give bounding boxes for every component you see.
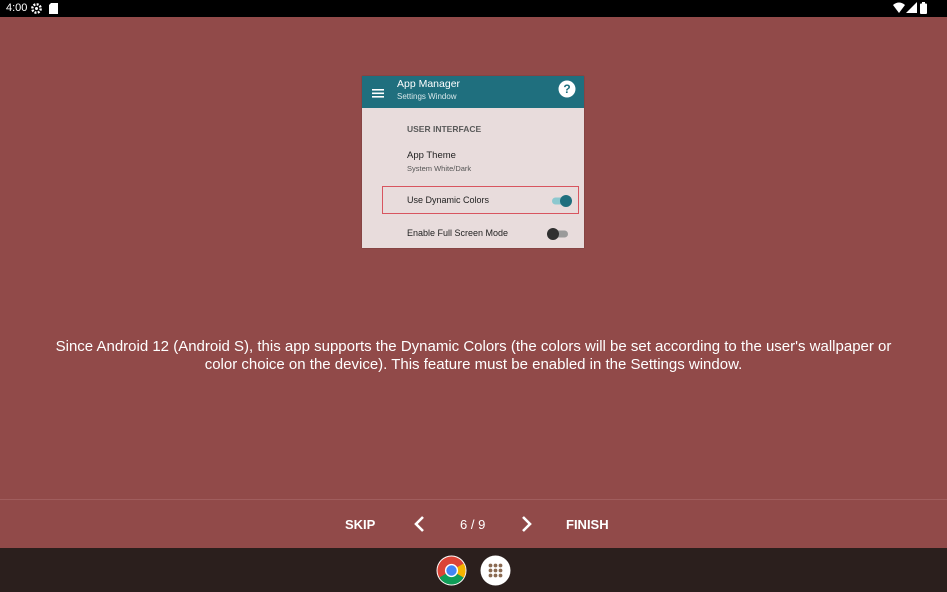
preview-toolbar: App Manager Settings Window ? xyxy=(362,76,584,108)
intro-navigation: SKIP 6 / 9 FINISH xyxy=(0,500,947,548)
taskbar xyxy=(0,548,947,592)
preview-dynamic-colors-label: Use Dynamic Colors xyxy=(407,195,490,205)
preview-section-header: USER INTERFACE xyxy=(407,124,482,134)
status-bar: 4:00 xyxy=(0,0,947,17)
battery-icon xyxy=(920,2,927,17)
chevron-left-icon[interactable] xyxy=(413,515,427,538)
preview-theme-title: App Theme xyxy=(407,150,456,161)
help-icon: ? xyxy=(558,80,576,103)
preview-theme-subtitle: System White/Dark xyxy=(407,164,472,173)
sim-card-icon xyxy=(49,3,58,17)
intro-description: Since Android 12 (Android S), this app s… xyxy=(55,338,892,373)
settings-icon xyxy=(30,2,43,18)
dynamic-colors-toggle-icon xyxy=(550,194,574,213)
finish-button[interactable]: FINISH xyxy=(566,517,609,532)
wifi-icon xyxy=(893,2,905,16)
skip-button[interactable]: SKIP xyxy=(345,517,375,532)
preview-app-subtitle: Settings Window xyxy=(397,92,457,101)
page-indicator: 6 / 9 xyxy=(460,517,486,532)
chevron-right-icon[interactable] xyxy=(519,515,533,538)
status-time: 4:00 xyxy=(6,2,28,14)
full-screen-toggle-icon xyxy=(546,227,570,246)
chrome-icon[interactable] xyxy=(436,555,467,591)
settings-preview-image: App Manager Settings Window ? USER INTER… xyxy=(362,76,584,248)
preview-app-title: App Manager xyxy=(397,78,461,90)
help-glyph: ? xyxy=(563,82,570,96)
preview-full-screen-label: Enable Full Screen Mode xyxy=(407,228,509,238)
app-drawer-icon[interactable] xyxy=(480,555,511,591)
hamburger-menu-icon xyxy=(372,82,385,107)
cellular-icon xyxy=(906,2,917,16)
